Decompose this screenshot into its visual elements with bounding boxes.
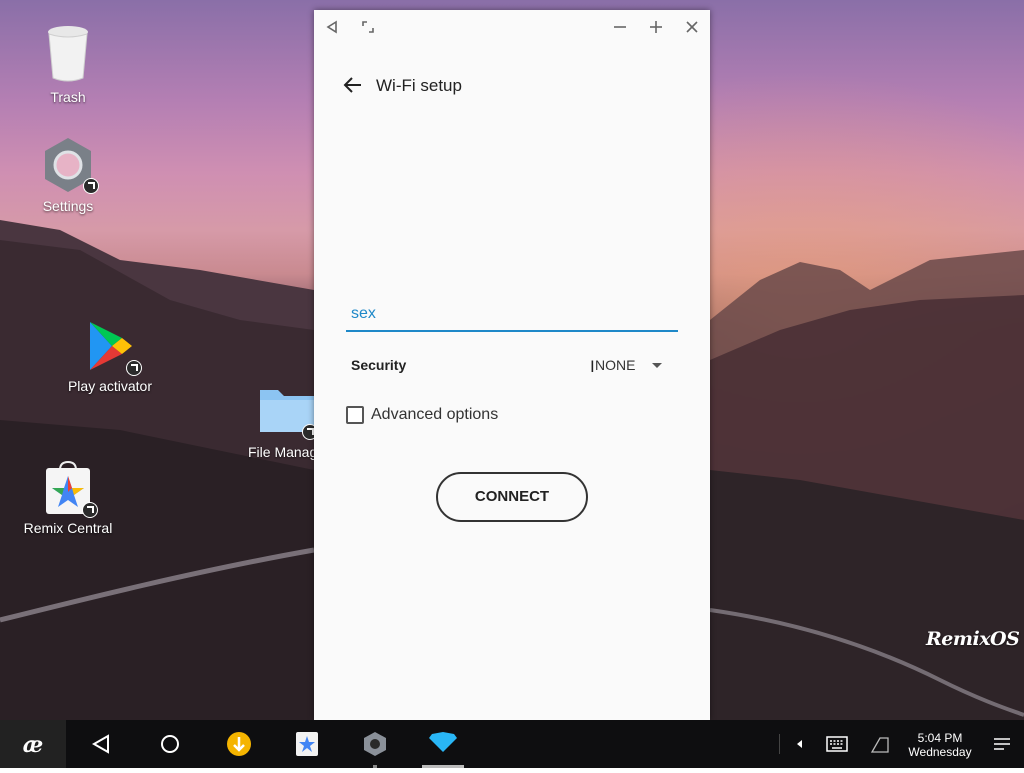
wifi-app-icon — [429, 732, 457, 752]
taskbar-app-wifi-active[interactable] — [422, 720, 464, 768]
dropdown-caret-icon — [652, 363, 662, 368]
taskbar-divider — [779, 734, 780, 754]
nav-home-button[interactable] — [156, 720, 184, 768]
notifications-menu-icon — [994, 738, 1010, 750]
shortcut-arrow-icon — [302, 424, 314, 440]
start-button[interactable]: æ — [0, 720, 66, 768]
tray-signal-button[interactable] — [868, 720, 892, 768]
taskbar-app-settings[interactable] — [360, 720, 390, 768]
desktop-icon-trash[interactable]: Trash — [38, 24, 98, 105]
advanced-options-checkbox[interactable] — [346, 406, 364, 424]
security-dropdown[interactable]: I NONE — [586, 354, 670, 378]
desktop-icon-label: Play activator — [67, 378, 153, 394]
clock-day: Wednesday — [908, 745, 972, 759]
window-close-icon[interactable] — [682, 18, 702, 38]
desktop-icon-file-manager[interactable]: File Manag — [248, 386, 314, 460]
connect-button[interactable]: CONNECT — [436, 472, 588, 522]
network-name-value: sex — [351, 305, 376, 322]
window-resize-icon[interactable] — [358, 18, 378, 38]
desktop-icon-play-activator[interactable]: Play activator — [58, 318, 162, 394]
trash-icon — [48, 26, 88, 82]
tray-clock[interactable]: 5:04 PM Wednesday — [902, 720, 978, 768]
desktop-icon-remix-central[interactable]: Remix Central — [20, 460, 116, 536]
taskbar-app-downloader[interactable] — [224, 720, 254, 768]
signal-strength-icon — [870, 737, 889, 753]
desktop-icon-label: Settings — [42, 198, 94, 214]
download-app-icon — [227, 732, 251, 756]
window-maximize-icon[interactable] — [646, 18, 666, 38]
nav-back-button[interactable] — [88, 720, 116, 768]
window-back-icon[interactable] — [322, 18, 342, 38]
network-name-input[interactable]: sex — [346, 300, 678, 332]
notification-center-button[interactable] — [990, 720, 1014, 768]
keyboard-icon — [826, 736, 848, 752]
wifi-setup-window: Wi-Fi setup sex Security I NONE Advanced… — [314, 10, 710, 720]
app-header: Wi-Fi setup — [314, 66, 710, 106]
window-titlebar[interactable] — [314, 10, 710, 46]
desktop-icon-settings[interactable]: Settings — [38, 136, 99, 214]
clock-time: 5:04 PM — [917, 731, 963, 745]
tray-expand-button[interactable] — [792, 720, 808, 768]
taskbar-app-remix-central[interactable] — [292, 720, 322, 768]
desktop-icon-label: Trash — [50, 89, 86, 105]
shortcut-arrow-icon — [82, 502, 98, 518]
desktop-icon-label: Remix Central — [23, 520, 113, 536]
nav-back-icon — [91, 734, 109, 754]
window-minimize-icon[interactable] — [610, 18, 630, 38]
advanced-options-label[interactable]: Advanced options — [371, 406, 498, 424]
shortcut-arrow-icon — [126, 360, 142, 376]
remix-os-watermark: RemixOS — [926, 628, 1020, 650]
nav-home-icon — [161, 735, 179, 753]
svg-text:æ: æ — [23, 732, 44, 758]
desktop-icon-label: File Manag — [248, 444, 314, 460]
security-selected-value: NONE — [595, 357, 636, 373]
tray-expand-icon — [797, 740, 802, 748]
remix-logo-icon: æ — [23, 732, 44, 758]
shortcut-arrow-icon — [83, 178, 99, 194]
settings-icon — [364, 732, 386, 756]
text-cursor-icon: I — [590, 357, 595, 376]
security-label: Security — [351, 357, 407, 373]
tray-keyboard-button[interactable] — [824, 720, 850, 768]
page-title: Wi-Fi setup — [376, 76, 462, 95]
taskbar: æ 5:04 PM Wednesday — [0, 720, 1024, 768]
remix-central-icon — [296, 732, 318, 756]
back-arrow-icon[interactable] — [340, 72, 366, 98]
